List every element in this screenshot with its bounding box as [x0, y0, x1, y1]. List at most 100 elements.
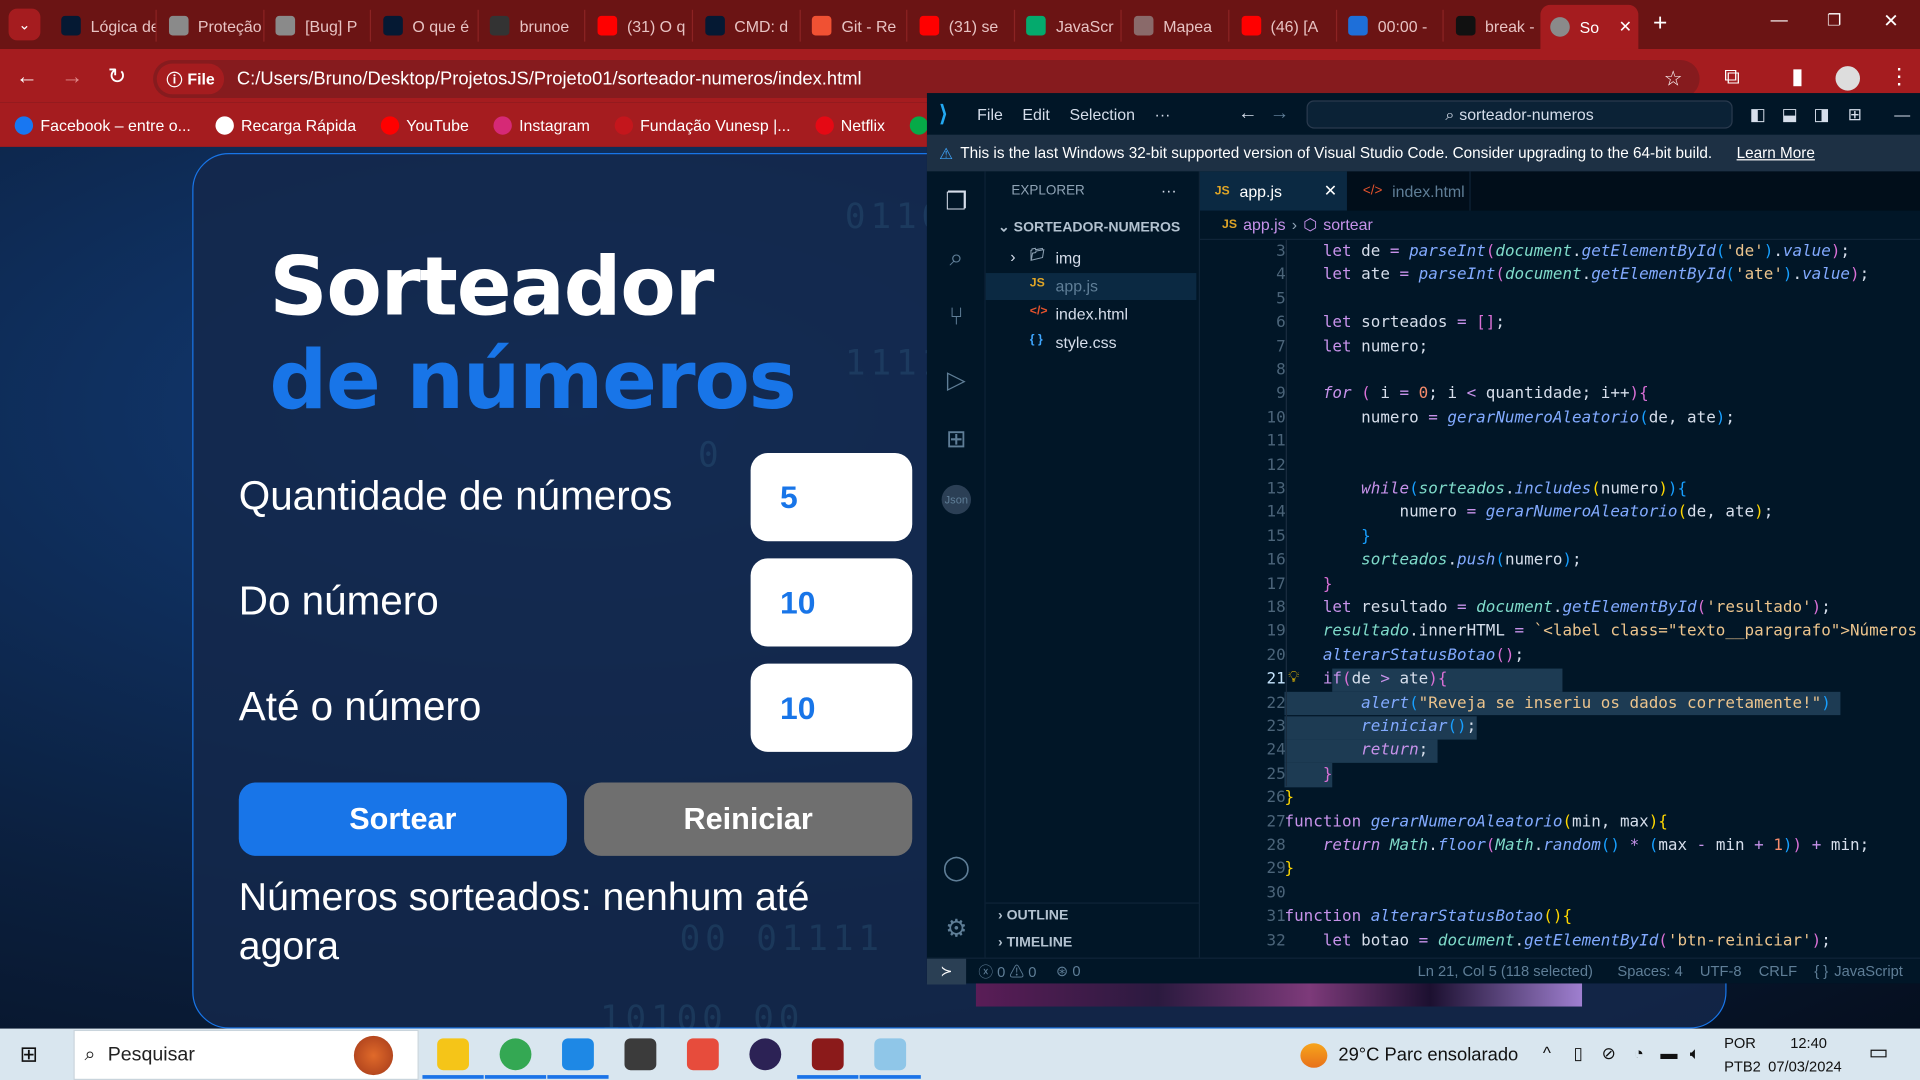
browser-tab[interactable]: JavaScr [1017, 9, 1123, 42]
file-item[interactable]: { } style.css [986, 329, 1197, 356]
clock-date[interactable]: 07/03/2024 [1768, 1058, 1842, 1075]
language-indicator[interactable]: POR [1724, 1035, 1756, 1052]
timeline-section[interactable]: › TIMELINE [998, 936, 1072, 951]
bookmark-item[interactable]: Fundação Vunesp |... [614, 115, 791, 135]
cursor-position[interactable]: Ln 21, Col 5 (118 selected) [1418, 962, 1593, 979]
file-item[interactable]: </> index.html [986, 301, 1197, 328]
menu-item[interactable]: Selection [1069, 105, 1134, 123]
browser-tab[interactable]: (46) [A [1231, 9, 1337, 42]
winrar-icon[interactable] [811, 1038, 844, 1071]
search-view-icon[interactable]: ⌕ [942, 245, 971, 274]
browser-tab[interactable]: brunoe [480, 9, 586, 42]
onedrive-icon[interactable]: ⊘ [1602, 1043, 1616, 1064]
volume-icon[interactable]: 🔈︎ [1690, 1043, 1700, 1064]
taskbar-search[interactable]: ⌕ Pesquisar [73, 1029, 419, 1080]
quantidade-input[interactable] [750, 453, 913, 542]
git-gui-icon[interactable] [686, 1038, 719, 1071]
accounts-icon[interactable]: ◯ [942, 852, 971, 882]
minimize-icon[interactable]: — [1771, 10, 1788, 30]
menu-item[interactable]: Edit [1022, 105, 1049, 123]
outline-section[interactable]: › OUTLINE [998, 909, 1068, 924]
customize-layout-icon[interactable]: ⊞ [1848, 103, 1862, 124]
bookmark-item[interactable]: Recarga Rápida [215, 115, 356, 135]
bookmark-star-icon[interactable]: ☆ [1664, 67, 1683, 91]
show-hidden-icons[interactable]: ^ [1543, 1043, 1551, 1063]
clock-time[interactable]: 12:40 [1790, 1035, 1827, 1052]
back-icon[interactable]: ← [16, 64, 38, 90]
browser-tab[interactable]: Mapea [1124, 9, 1230, 42]
eclipse-icon[interactable] [749, 1038, 782, 1071]
toggle-sidebar-icon[interactable]: ◧ [1750, 103, 1766, 124]
site-info-chip[interactable]: ⓘ File [156, 63, 225, 95]
vscode-icon[interactable] [562, 1038, 594, 1071]
eol-status[interactable]: CRLF [1759, 962, 1797, 979]
browser-tab[interactable]: (31) O q [588, 9, 694, 42]
close-window-icon[interactable]: ✕ [1883, 10, 1898, 32]
battery-icon[interactable]: ▬ [1660, 1043, 1677, 1063]
browser-tab[interactable]: break - [1446, 9, 1552, 42]
extensions-icon[interactable]: ⧉ [1724, 64, 1740, 90]
new-tab-button[interactable]: + [1653, 10, 1667, 38]
file-item[interactable]: JS app.js [985, 273, 1197, 301]
sortear-button[interactable]: Sortear [238, 782, 567, 856]
browser-tab[interactable]: [Bug] P [266, 9, 372, 42]
browser-tab[interactable]: (31) se [910, 9, 1015, 42]
folder-header[interactable]: ⌄ SORTEADOR-NUMEROS [998, 218, 1180, 235]
menu-item[interactable]: File [977, 105, 1003, 123]
windows-start-icon[interactable]: ⊞ [20, 1042, 38, 1068]
restore-icon[interactable]: ❐ [1827, 11, 1841, 31]
learn-more-link[interactable]: Learn More [1737, 144, 1815, 161]
command-center-search[interactable]: ⌕ sorteador-numeros [1306, 100, 1733, 129]
bookmark-item[interactable]: YouTube [380, 115, 469, 135]
bookmark-item[interactable]: Facebook – entre o... [14, 115, 191, 135]
sublime-icon[interactable] [624, 1038, 657, 1071]
explorer-more-button[interactable]: ··· [1161, 181, 1177, 199]
browser-tab[interactable]: Proteção [159, 9, 264, 42]
vscode-minimize-icon[interactable]: — [1894, 105, 1910, 123]
weather-text[interactable]: 29°C Parc ensolarado [1338, 1044, 1518, 1065]
run-debug-icon[interactable]: ▷ [942, 365, 971, 394]
keyboard-layout[interactable]: PTB2 [1724, 1058, 1761, 1075]
profile-avatar[interactable] [1835, 66, 1861, 91]
settings-gear-icon[interactable]: ⚙ [942, 913, 971, 943]
browser-tab[interactable]: Lógica de [51, 9, 157, 42]
explorer-icon[interactable]: ❐ [942, 186, 971, 216]
forward-nav-icon[interactable]: → [1270, 103, 1290, 125]
ports-status[interactable]: ⊛ 0 [1056, 962, 1081, 979]
ate-input[interactable] [750, 663, 913, 752]
remote-indicator-icon[interactable]: ≻ [926, 958, 967, 984]
wifi-icon[interactable]: ◔ [1633, 1043, 1643, 1063]
tab-index-html[interactable]: </> index.html [1348, 171, 1471, 211]
close-tab-icon[interactable]: ✕ [1324, 181, 1337, 201]
bookmark-item[interactable]: Instagram [493, 115, 590, 135]
side-panel-icon[interactable]: ▮ [1791, 64, 1803, 90]
browser-tab[interactable]: CMD: d [695, 9, 801, 42]
browser-tab[interactable]: O que é [373, 9, 479, 42]
close-tab-icon[interactable]: ✕ [1619, 17, 1632, 37]
browser-tab[interactable]: 00:00 - [1339, 9, 1444, 42]
language-mode[interactable]: JavaScript [1834, 962, 1903, 979]
toggle-panel-icon[interactable]: ⬓ [1782, 103, 1798, 124]
chrome-icon[interactable] [499, 1038, 532, 1071]
notifications-icon[interactable]: ▭ [1869, 1041, 1889, 1065]
encoding-status[interactable]: UTF-8 [1700, 962, 1742, 979]
camera-icon[interactable]: ▯ [1573, 1043, 1582, 1064]
forward-icon[interactable]: → [61, 64, 83, 90]
reiniciar-button[interactable]: Reiniciar [584, 782, 913, 856]
code-editor[interactable]: 3 let de = parseInt(document.getElementB… [1200, 240, 1920, 958]
problems-status[interactable]: ⓧ 0 ⚠ 0 [978, 961, 1036, 982]
file-explorer-icon[interactable] [437, 1038, 469, 1071]
bookmark-item[interactable]: Netflix [815, 115, 885, 135]
source-control-icon[interactable]: ⑂ [942, 304, 971, 333]
tab-search-button[interactable]: ⌄ [8, 8, 41, 41]
url-text[interactable]: C:/Users/Bruno/Desktop/ProjetosJS/Projet… [237, 69, 862, 90]
back-nav-icon[interactable]: ← [1238, 103, 1258, 125]
breadcrumb-symbol[interactable]: sortear [1323, 216, 1373, 234]
menu-icon[interactable]: ⋮ [1888, 64, 1910, 90]
toggle-secondary-sidebar-icon[interactable]: ◨ [1813, 103, 1829, 124]
json-extension-icon[interactable]: Json [941, 484, 972, 515]
tab-app-js[interactable]: JS app.js ✕ [1200, 171, 1347, 211]
notepad-icon[interactable] [874, 1038, 907, 1071]
extensions-view-icon[interactable]: ⊞ [942, 424, 971, 453]
de-input[interactable] [750, 558, 913, 647]
